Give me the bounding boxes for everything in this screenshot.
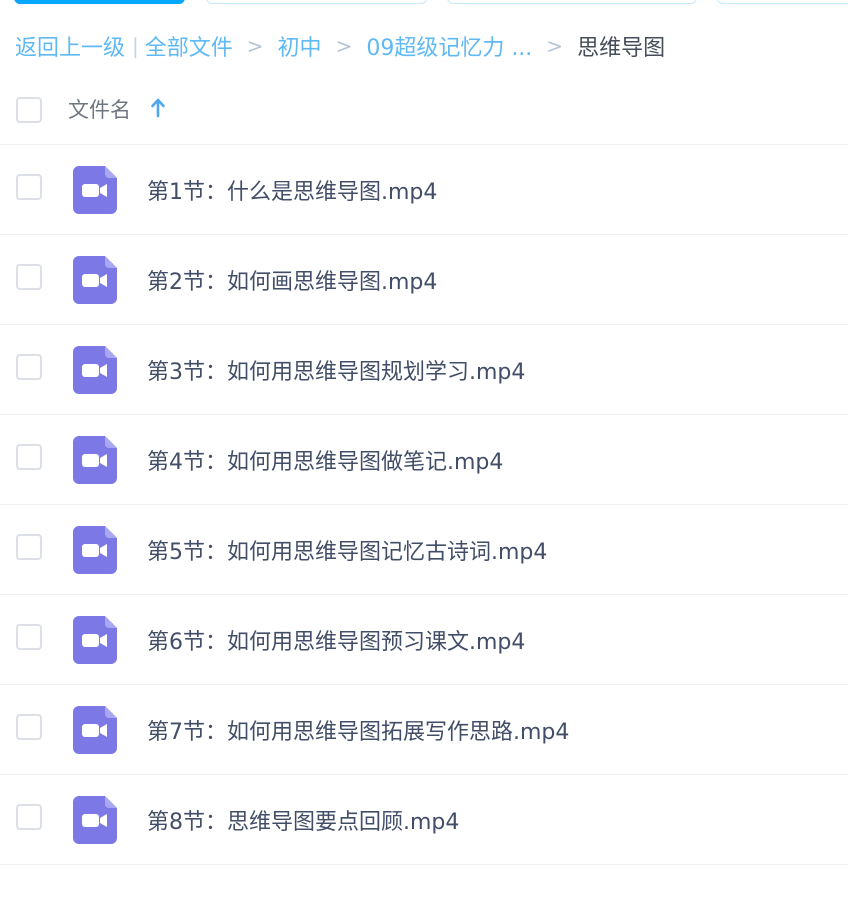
video-file-icon	[73, 256, 117, 304]
file-name[interactable]: 第4节：如何用思维导图做笔记.mp4	[147, 444, 503, 476]
video-file-icon	[73, 706, 117, 754]
file-row[interactable]: 第6节：如何用思维导图预习课文.mp4	[0, 595, 848, 685]
file-name[interactable]: 第2节：如何画思维导图.mp4	[147, 264, 437, 296]
toolbar-button-4[interactable]	[717, 0, 848, 4]
file-row[interactable]: 第8节：思维导图要点回顾.mp4	[0, 775, 848, 865]
toolbar-button-2[interactable]	[206, 0, 427, 4]
file-row[interactable]: 第4节：如何用思维导图做笔记.mp4	[0, 415, 848, 505]
column-filename-label[interactable]: 文件名	[68, 94, 131, 124]
file-row[interactable]: 第1节：什么是思维导图.mp4	[0, 145, 848, 235]
breadcrumb-separator: >	[546, 34, 564, 58]
row-checkbox[interactable]	[16, 354, 42, 380]
file-row[interactable]: 第5节：如何用思维导图记忆古诗词.mp4	[0, 505, 848, 595]
row-checkbox[interactable]	[16, 624, 42, 650]
breadcrumb-separator: >	[246, 34, 264, 58]
file-name[interactable]: 第1节：什么是思维导图.mp4	[147, 174, 437, 206]
breadcrumb-item-all-files[interactable]: 全部文件	[145, 30, 233, 62]
toolbar-button-3[interactable]	[447, 0, 697, 4]
breadcrumb-item-memory[interactable]: 09超级记忆力 ...	[366, 30, 532, 62]
row-checkbox[interactable]	[16, 714, 42, 740]
video-file-icon	[73, 346, 117, 394]
file-name[interactable]: 第5节：如何用思维导图记忆古诗词.mp4	[147, 534, 547, 566]
row-checkbox[interactable]	[16, 534, 42, 560]
file-list: 第1节：什么是思维导图.mp4 第2节：如何画思维导图.mp4 第3节：如何用思…	[0, 145, 848, 865]
toolbar-primary-button[interactable]	[14, 0, 185, 4]
video-file-icon	[73, 436, 117, 484]
file-name[interactable]: 第6节：如何用思维导图预习课文.mp4	[147, 624, 525, 656]
file-name[interactable]: 第8节：思维导图要点回顾.mp4	[147, 804, 459, 836]
select-all-checkbox[interactable]	[16, 97, 42, 123]
row-checkbox[interactable]	[16, 174, 42, 200]
breadcrumb-divider: |	[132, 34, 139, 58]
video-file-icon	[73, 526, 117, 574]
row-checkbox[interactable]	[16, 804, 42, 830]
file-name[interactable]: 第7节：如何用思维导图拓展写作思路.mp4	[147, 714, 569, 746]
video-file-icon	[73, 616, 117, 664]
file-list-header: 文件名	[0, 78, 848, 145]
back-link[interactable]: 返回上一级	[15, 30, 125, 62]
video-file-icon	[73, 796, 117, 844]
file-row[interactable]: 第2节：如何画思维导图.mp4	[0, 235, 848, 325]
arrow-up-icon[interactable]	[151, 97, 165, 119]
breadcrumb: 返回上一级 | 全部文件 > 初中 > 09超级记忆力 ... > 思维导图	[15, 28, 665, 64]
breadcrumb-separator: >	[335, 34, 353, 58]
breadcrumb-current: 思维导图	[577, 36, 666, 61]
file-row[interactable]: 第7节：如何用思维导图拓展写作思路.mp4	[0, 685, 848, 775]
file-name[interactable]: 第3节：如何用思维导图规划学习.mp4	[147, 354, 525, 386]
video-file-icon	[73, 166, 117, 214]
row-checkbox[interactable]	[16, 264, 42, 290]
file-row[interactable]: 第3节：如何用思维导图规划学习.mp4	[0, 325, 848, 415]
breadcrumb-item-junior-high[interactable]: 初中	[278, 30, 322, 62]
row-checkbox[interactable]	[16, 444, 42, 470]
